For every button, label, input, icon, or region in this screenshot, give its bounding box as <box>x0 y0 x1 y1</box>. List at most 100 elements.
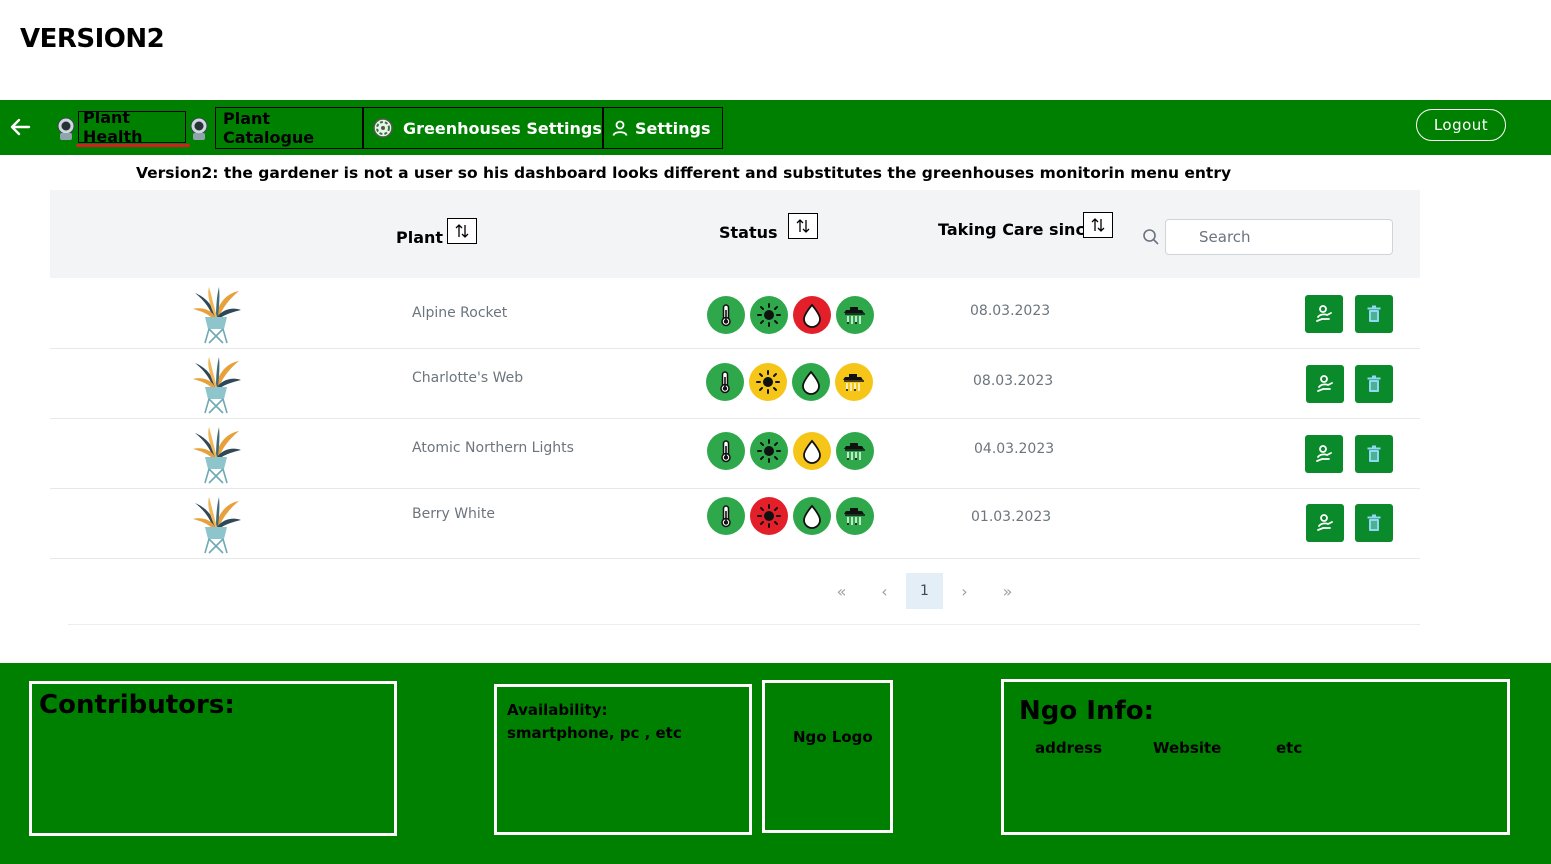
care-since-date: 08.03.2023 <box>970 303 1051 319</box>
assign-gardener-button[interactable] <box>1305 435 1343 473</box>
footer: Contributors: Availability: smartphone, … <box>0 663 1551 864</box>
user-hand-icon <box>1315 513 1335 533</box>
table-row: Berry White 01.03.2023 <box>50 489 1420 559</box>
nav-settings-label: Settings <box>635 118 711 138</box>
fertilizer-icon <box>836 497 874 535</box>
water-drop-icon <box>793 497 831 535</box>
sort-icon <box>1091 218 1105 232</box>
assign-gardener-button[interactable] <box>1306 365 1344 403</box>
plant-name: Berry White <box>412 506 495 522</box>
status-icons <box>707 296 874 334</box>
care-since-date: 08.03.2023 <box>973 373 1054 389</box>
column-taking-care-since: Taking Care since <box>938 220 1096 239</box>
version-title: VERSION2 <box>20 24 165 54</box>
assign-gardener-button[interactable] <box>1306 504 1344 542</box>
fertilizer-icon <box>836 296 874 334</box>
active-underline <box>76 144 190 147</box>
nav-plant-health-label: Plant Health <box>83 108 143 146</box>
table-bottom-divider <box>68 624 1420 625</box>
sort-icon <box>455 224 469 238</box>
user-hand-icon <box>1315 374 1335 394</box>
first-page-button[interactable]: « <box>820 573 863 609</box>
ngo-website: Website <box>1153 739 1222 757</box>
logout-button[interactable]: Logout <box>1416 109 1506 141</box>
back-arrow-icon[interactable] <box>9 116 31 138</box>
last-page-button[interactable]: » <box>986 573 1029 609</box>
delete-button[interactable] <box>1355 504 1393 542</box>
trash-icon <box>1364 374 1384 394</box>
water-drop-icon <box>793 296 831 334</box>
fertilizer-icon <box>835 363 873 401</box>
ngo-logo-box: Ngo Logo <box>762 680 893 833</box>
sort-since-button[interactable] <box>1083 212 1113 238</box>
astronaut-icon <box>190 117 208 140</box>
nav-plant-catalogue-label: Plant Catalogue <box>223 109 315 147</box>
status-icons <box>706 363 873 401</box>
trash-icon <box>1364 304 1384 324</box>
table-row: Charlotte's Web 08.03.2023 <box>50 349 1420 419</box>
availability-box: Availability: smartphone, pc , etc <box>494 684 752 835</box>
search-input[interactable]: Search <box>1165 219 1393 255</box>
availability-text: smartphone, pc , etc <box>507 724 682 742</box>
prev-page-button[interactable]: ‹ <box>863 573 906 609</box>
ngo-logo-label: Ngo Logo <box>793 728 873 746</box>
sort-status-button[interactable] <box>788 213 818 239</box>
next-page-button[interactable]: › <box>943 573 986 609</box>
table-row: Atomic Northern Lights 04.03.2023 <box>50 419 1420 489</box>
thermometer-icon <box>706 363 744 401</box>
assign-gardener-button[interactable] <box>1305 295 1343 333</box>
pagination: « ‹ 1 › » <box>820 573 1029 609</box>
table-row: Alpine Rocket 08.03.2023 <box>50 279 1420 349</box>
ngo-address: address <box>1035 739 1103 757</box>
sort-plant-button[interactable] <box>447 218 477 244</box>
care-since-date: 01.03.2023 <box>971 509 1052 525</box>
user-hand-icon <box>1314 444 1334 464</box>
sun-icon <box>750 497 788 535</box>
fertilizer-icon <box>836 432 874 470</box>
nav-plant-health[interactable]: Plant Health <box>78 108 186 146</box>
water-drop-icon <box>792 363 830 401</box>
thermometer-icon <box>707 497 745 535</box>
nav-greenhouses-label: Greenhouses Settings <box>403 118 602 138</box>
search-icon <box>1143 229 1159 245</box>
astronaut-icon <box>57 117 75 140</box>
column-plant: Plant <box>396 228 444 247</box>
column-status: Status <box>719 223 778 242</box>
plant-pot-icon <box>185 353 247 415</box>
contributors-box: Contributors: <box>29 681 397 836</box>
sun-icon <box>749 363 787 401</box>
sun-icon <box>750 432 788 470</box>
sort-icon <box>796 219 810 233</box>
plant-table: Plant Status Taking Care since Search Al… <box>50 190 1420 627</box>
contributors-title: Contributors: <box>39 690 235 720</box>
delete-button[interactable] <box>1355 365 1393 403</box>
user-icon <box>612 120 628 136</box>
nav-greenhouses-settings[interactable]: Greenhouses Settings <box>363 107 603 149</box>
nav-settings[interactable]: Settings <box>603 107 723 149</box>
trash-icon <box>1364 513 1384 533</box>
ngo-etc: etc <box>1276 739 1303 757</box>
page-1-button[interactable]: 1 <box>906 573 943 609</box>
nav-plant-catalogue[interactable]: Plant Catalogue <box>215 107 363 149</box>
status-icons <box>707 432 874 470</box>
ngo-info-title: Ngo Info: <box>1019 696 1155 726</box>
status-icons <box>707 497 874 535</box>
plant-pot-icon <box>185 493 247 555</box>
plant-pot-icon <box>185 423 247 485</box>
care-since-date: 04.03.2023 <box>974 441 1055 457</box>
water-drop-icon <box>793 432 831 470</box>
delete-button[interactable] <box>1355 295 1393 333</box>
plant-name: Alpine Rocket <box>412 305 508 321</box>
plant-pot-icon <box>185 283 247 345</box>
plant-name: Atomic Northern Lights <box>412 440 574 456</box>
plant-name: Charlotte's Web <box>412 370 524 386</box>
thermometer-icon <box>707 432 745 470</box>
delete-button[interactable] <box>1355 435 1393 473</box>
version-note: Version2: the gardener is not a user so … <box>136 164 1232 182</box>
top-nav: Plant Health Plant Catalogue Greenhouses… <box>0 100 1551 155</box>
ngo-info-box: Ngo Info: address Website etc <box>1001 679 1510 835</box>
hose-reel-icon <box>373 118 393 138</box>
user-hand-icon <box>1314 304 1334 324</box>
trash-icon <box>1364 444 1384 464</box>
thermometer-icon <box>707 296 745 334</box>
